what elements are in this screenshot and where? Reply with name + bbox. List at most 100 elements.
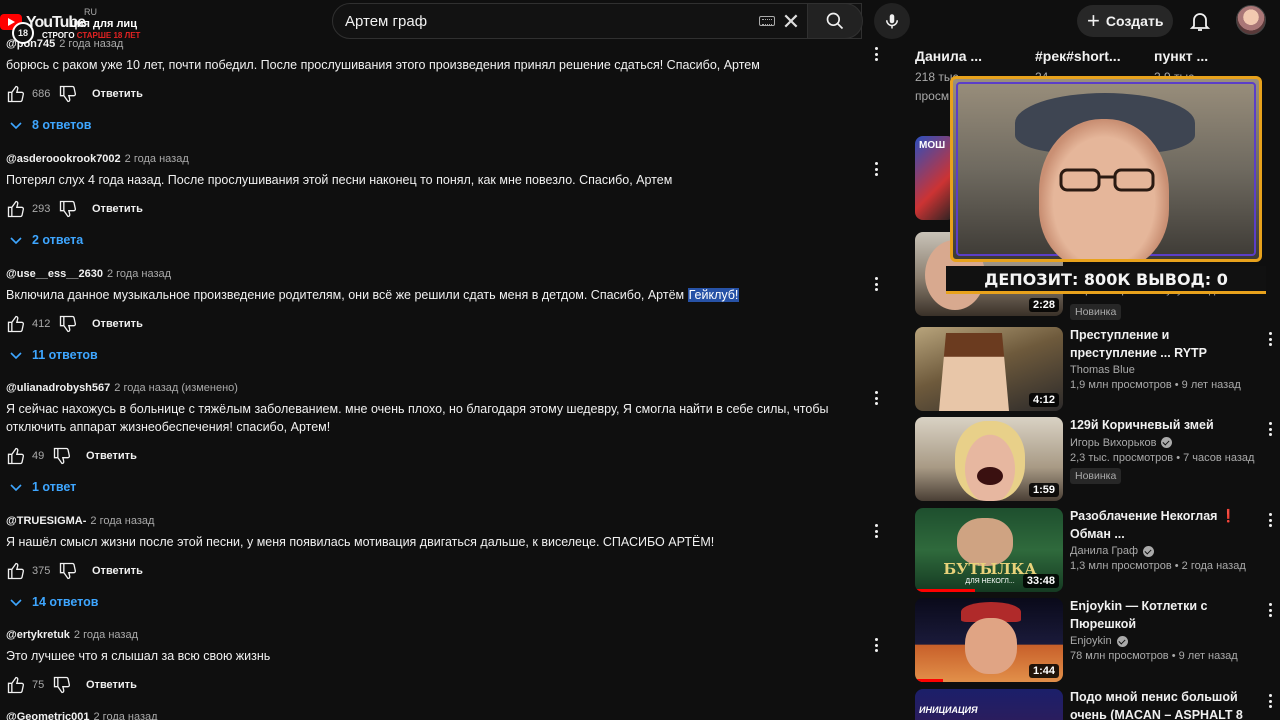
microphone-icon [886,14,898,29]
replies-count: 14 ответов [32,595,99,609]
reply-button[interactable]: Ответить [86,679,137,691]
channel-name[interactable]: Enjoykin [1070,635,1112,647]
video-channel[interactable]: Enjoykin [1070,635,1256,647]
voice-search-button[interactable] [874,3,910,39]
stream-caption: ДЕПОЗИТ: 800К ВЫВОД: 0 [946,266,1266,294]
thumbs-down-icon[interactable] [52,675,72,695]
video-menu-icon[interactable] [1262,600,1278,620]
age-rating-badge: 18 [12,22,34,44]
comment-item: @ulianadrobysh567 2 года назад (изменено)… [6,382,886,502]
clear-search-icon[interactable]: ✕ [779,10,803,34]
reply-button[interactable]: Ответить [92,203,143,215]
logo-region: RU [84,7,97,17]
notifications-bell-icon[interactable] [1188,9,1212,33]
video-card[interactable]: 4:12 Преступление и преступление ... RYT… [914,327,1280,413]
thumbs-up-icon[interactable] [6,84,26,104]
video-channel[interactable]: Данила Граф [1070,545,1256,557]
search-input[interactable] [345,4,745,38]
short-title[interactable]: #рек#short... [1035,48,1121,64]
channel-name[interactable]: Thomas Blue [1070,364,1135,376]
video-menu-icon[interactable] [1262,329,1278,349]
comment-actions: 293 Ответить [6,195,886,223]
video-thumbnail[interactable]: 1:44 [915,598,1063,682]
video-card[interactable]: ИНИЦИАЦИЯ Подо мной пенис большой очень … [914,689,1280,720]
video-menu-icon[interactable] [1262,510,1278,530]
comment-meta: @Geometric001 2 года назад [6,711,886,720]
account-avatar[interactable] [1236,5,1266,35]
comment-author[interactable]: @ulianadrobysh567 [6,382,110,394]
video-title[interactable]: Преступление и преступление ... RYTP [1070,327,1256,362]
video-info: 129й Коричневый змей Игорь Вихорьков 2,3… [1070,417,1256,484]
reply-button[interactable]: Ответить [92,318,143,330]
thumbs-up-icon[interactable] [6,314,26,334]
video-card[interactable]: 1:44 Enjoykin — Котлетки с Пюрешкой Enjo… [914,598,1280,684]
comment-author[interactable]: @asderoookrook7002 [6,153,121,165]
comment-menu-icon[interactable] [868,635,884,655]
comment-time[interactable]: 2 года назад [90,515,154,527]
search-button[interactable] [807,3,863,39]
thumbs-up-icon[interactable] [6,561,26,581]
video-menu-icon[interactable] [1262,419,1278,439]
like-count: 686 [32,88,51,100]
comment-author[interactable]: @TRUESIGMA- [6,515,86,527]
video-menu-icon[interactable] [1262,691,1278,711]
video-title[interactable]: Разоблачение Некоглая ❗ Обман ... [1070,508,1256,543]
thumbs-down-icon[interactable] [58,199,78,219]
comment-author[interactable]: @ertykretuk [6,629,70,641]
video-title[interactable]: Enjoykin — Котлетки с Пюрешкой [1070,598,1256,633]
thumbs-down-icon[interactable] [58,84,78,104]
youtube-logo[interactable]: YouTube RU ция для лиц СТРОГО СТАРШЕ 18 … [0,4,150,44]
video-thumbnail[interactable]: ИНИЦИАЦИЯ [915,689,1063,720]
comment-menu-icon[interactable] [868,388,884,408]
video-title[interactable]: 129й Коричневый змей [1070,417,1256,435]
video-thumbnail[interactable]: БУТЫЛКА ДЛЯ НЕКОГЛ... 33:48 [915,508,1063,592]
channel-name[interactable]: Игорь Вихорьков [1070,437,1156,449]
glasses-shape [1059,168,1155,192]
video-thumbnail[interactable]: 4:12 [915,327,1063,411]
short-title[interactable]: Данила ... [915,48,982,64]
chevron-down-icon [10,122,22,130]
comment-time[interactable]: 2 года назад (изменено) [114,382,238,394]
logo-line2-red: СТАРШЕ 18 ЛЕТ [76,31,141,40]
video-card[interactable]: БУТЫЛКА ДЛЯ НЕКОГЛ... 33:48 Разоблачение… [914,508,1280,594]
comment-time[interactable]: 2 года назад [74,629,138,641]
view-replies-button[interactable]: 8 ответов [10,110,886,140]
thumbs-down-icon[interactable] [58,561,78,581]
view-replies-button[interactable]: 11 ответов [10,340,886,370]
thumbs-up-icon[interactable] [6,446,26,466]
comment-menu-icon[interactable] [868,521,884,541]
reply-button[interactable]: Ответить [92,88,143,100]
comment-author[interactable]: @Geometric001 [6,711,90,720]
like-count: 375 [32,565,51,577]
video-channel[interactable]: Thomas Blue [1070,364,1256,376]
video-card[interactable]: 1:59 129й Коричневый змей Игорь Вихорько… [914,417,1280,503]
short-title[interactable]: пункт ... [1154,48,1208,64]
thumbs-down-icon[interactable] [52,446,72,466]
comment-author[interactable]: @use__ess__2630 [6,268,103,280]
comment-menu-icon[interactable] [868,274,884,294]
view-replies-button[interactable]: 14 ответов [10,587,886,617]
create-button[interactable]: + Создать [1077,5,1173,37]
video-duration: 33:48 [1022,574,1059,588]
comment-text: Потерял слух 4 года назад. После прослуш… [6,173,673,187]
video-title[interactable]: Подо мной пенис большой очень (MACAN – A… [1070,689,1256,720]
video-stats: 2,3 тыс. просмотров • 7 часов назад [1070,451,1255,464]
video-channel[interactable]: Игорь Вихорьков [1070,437,1256,449]
view-replies-button[interactable]: 1 ответ [10,472,886,502]
video-thumbnail[interactable]: 1:59 [915,417,1063,501]
top-shorts-row: Данила ... 218 тыс. просм #рек#short... … [914,48,1280,103]
comment-time[interactable]: 2 года назад [107,268,171,280]
channel-name[interactable]: Данила Граф [1070,545,1138,557]
reply-button[interactable]: Ответить [86,450,137,462]
thumbs-down-icon[interactable] [58,314,78,334]
comment-time[interactable]: 2 года назад [125,153,189,165]
thumbs-up-icon[interactable] [6,199,26,219]
view-replies-button[interactable]: 2 ответа [10,225,886,255]
comment-menu-icon[interactable] [868,159,884,179]
comment-menu-icon[interactable] [868,44,884,64]
thumbs-up-icon[interactable] [6,675,26,695]
keyboard-icon[interactable] [759,16,775,26]
comment-text: Я нашёл смысл жизни после этой песни, у … [6,535,715,549]
reply-button[interactable]: Ответить [92,565,143,577]
comment-time[interactable]: 2 года назад [94,711,158,720]
